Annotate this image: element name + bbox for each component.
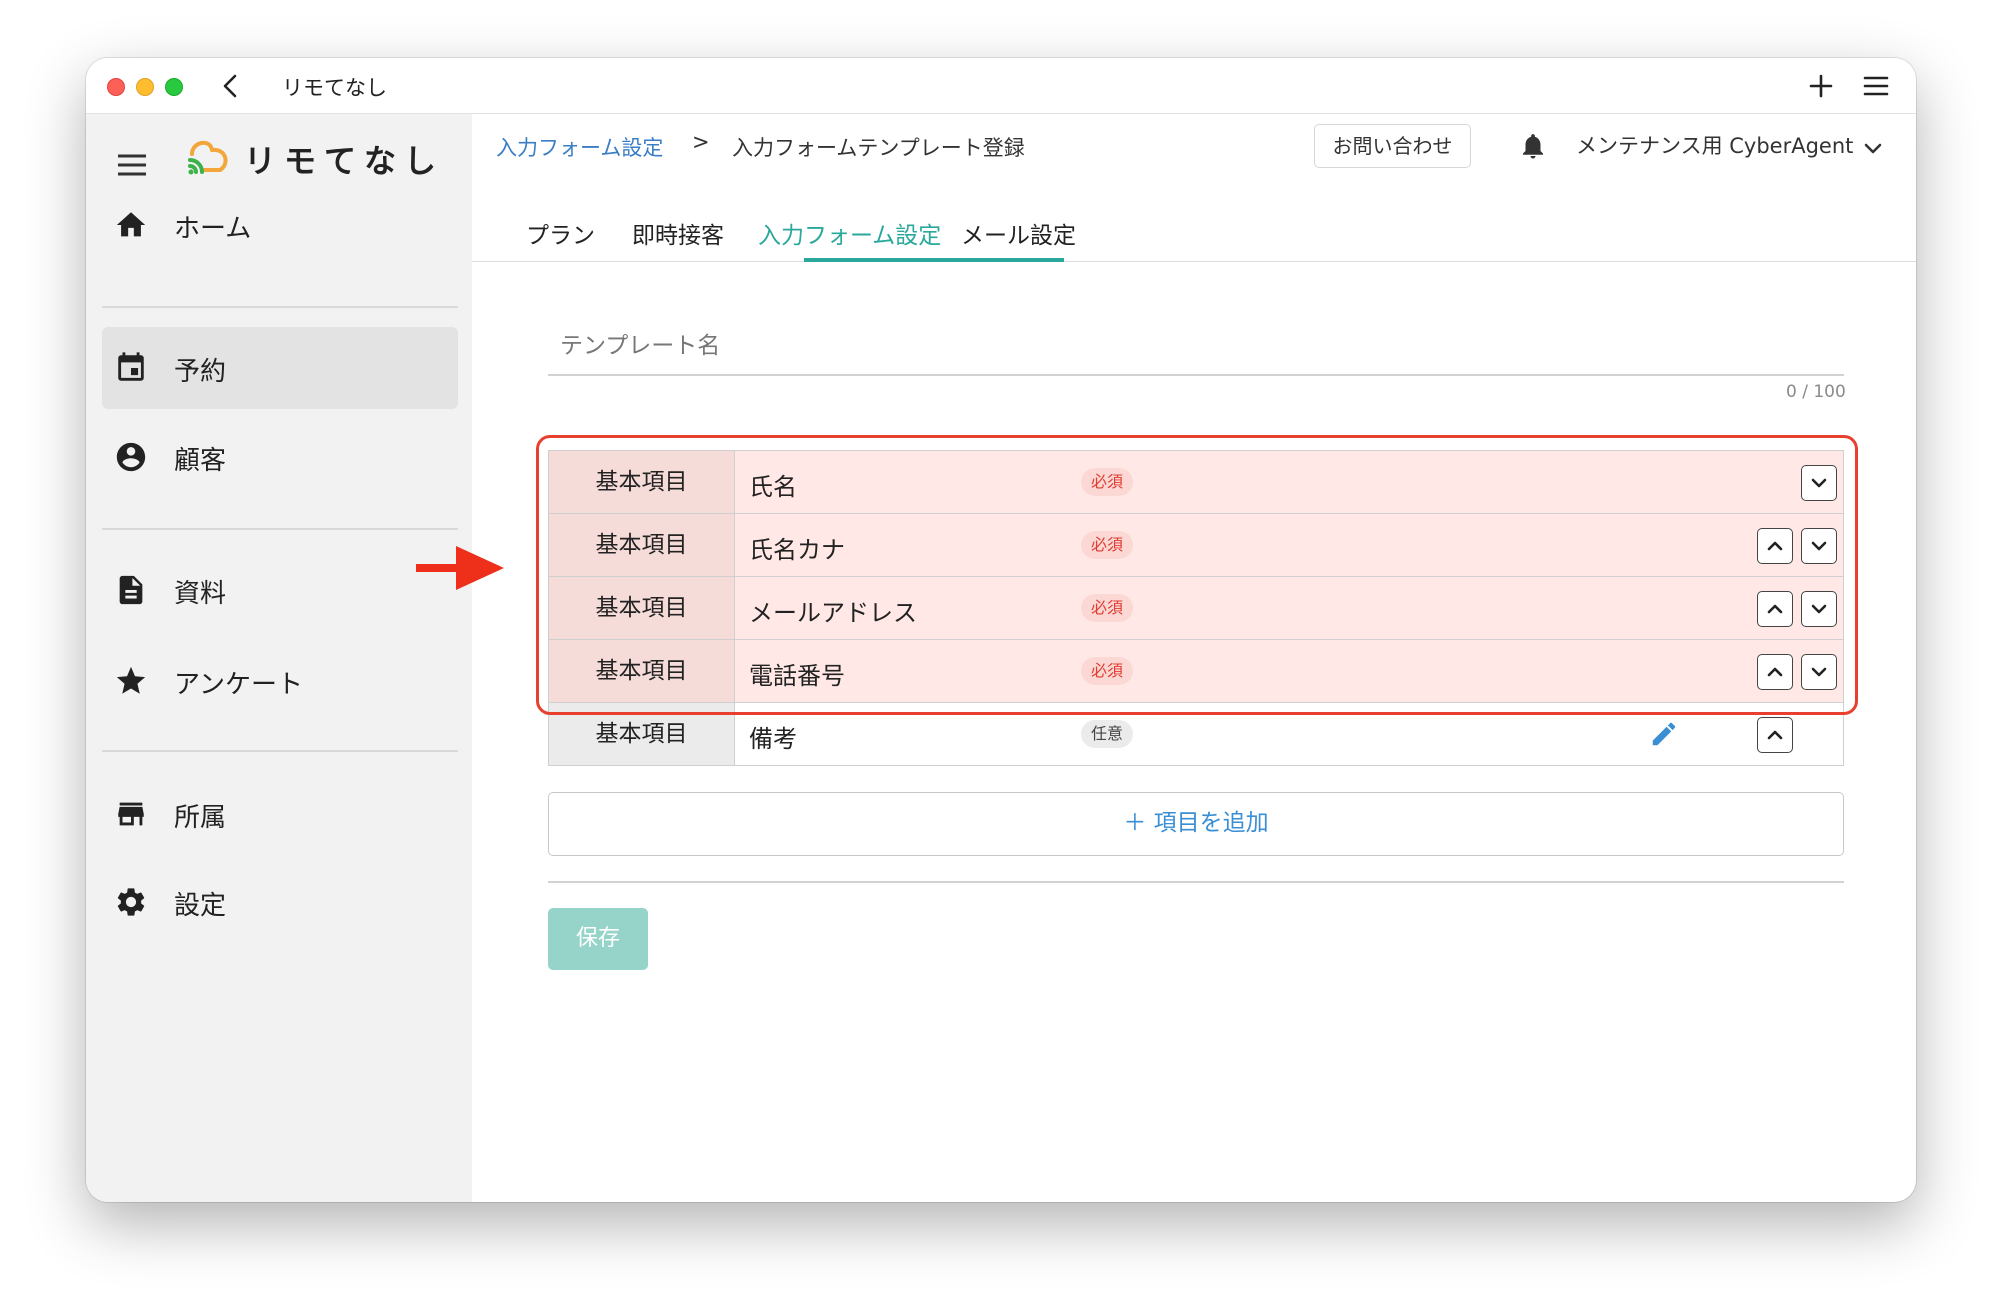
window-title: リモてなし bbox=[282, 76, 387, 100]
sidebar-item-home[interactable]: ホーム bbox=[102, 184, 458, 266]
sidebar-item-customers[interactable]: 顧客 bbox=[102, 416, 458, 498]
character-counter: 0 / 100 bbox=[1786, 382, 1846, 402]
sidebar-item-affiliation[interactable]: 所属 bbox=[102, 773, 458, 855]
maximize-window-button[interactable] bbox=[165, 78, 183, 96]
title-bar: リモてなし bbox=[86, 58, 1916, 114]
template-name-underline bbox=[548, 374, 1844, 376]
save-button[interactable]: 保存 bbox=[548, 908, 648, 970]
sidebar-item-label: アンケート bbox=[174, 670, 303, 700]
minimize-window-button[interactable] bbox=[136, 78, 154, 96]
breadcrumb-parent-link[interactable]: 入力フォーム設定 bbox=[496, 132, 663, 162]
sidebar-item-label: ホーム bbox=[174, 214, 252, 244]
pencil-icon[interactable] bbox=[1649, 719, 1679, 749]
tab-plan[interactable]: プラン bbox=[526, 216, 595, 250]
brand-logo-icon bbox=[188, 140, 228, 175]
sidebar-divider bbox=[102, 750, 458, 752]
sidebar-item-survey[interactable]: アンケート bbox=[102, 640, 458, 722]
optional-badge: 任意 bbox=[1081, 720, 1134, 748]
sidebar-item-label: 設定 bbox=[174, 891, 227, 921]
bell-icon[interactable] bbox=[1518, 130, 1548, 162]
field-name: 備考 bbox=[749, 725, 797, 753]
breadcrumb-current: 入力フォームテンプレート登録 bbox=[732, 136, 1025, 160]
sidebar-item-label: 顧客 bbox=[174, 446, 227, 476]
brand-name: リモてなし bbox=[244, 142, 445, 180]
calendar-icon bbox=[118, 352, 144, 381]
chevron-down-icon[interactable] bbox=[1862, 138, 1884, 160]
sidebar-divider bbox=[102, 528, 458, 530]
chevron-up-icon bbox=[1767, 730, 1783, 740]
gear-icon bbox=[117, 888, 145, 916]
highlight-annotation-box bbox=[536, 435, 1858, 715]
close-window-button[interactable] bbox=[107, 78, 125, 96]
user-name[interactable]: メンテナンス用 CyberAgent bbox=[1576, 130, 1853, 160]
sidebar-item-reservation[interactable]: 予約 bbox=[102, 327, 458, 409]
sidebar-item-documents[interactable]: 資料 bbox=[102, 549, 458, 631]
active-tab-indicator bbox=[804, 258, 1064, 262]
contact-button[interactable]: お問い合わせ bbox=[1314, 124, 1471, 168]
template-name-input[interactable] bbox=[548, 316, 1844, 358]
sidebar-item-label: 予約 bbox=[174, 357, 227, 387]
app-window: リモてなし リモてなし ホーム 予約 顧客 資料 アンケート 所属 設定 入力フ… bbox=[86, 58, 1916, 1202]
document-icon bbox=[119, 575, 143, 605]
star-icon bbox=[116, 666, 146, 694]
account-circle-icon bbox=[116, 442, 146, 472]
plus-icon[interactable] bbox=[1806, 71, 1836, 101]
tab-instant-service[interactable]: 即時接客 bbox=[632, 216, 724, 250]
tab-mail[interactable]: メール設定 bbox=[961, 216, 1076, 250]
breadcrumb-separator: > bbox=[692, 130, 710, 154]
annotation-arrow-icon bbox=[416, 546, 504, 590]
hamburger-menu-icon[interactable] bbox=[116, 152, 148, 178]
add-field-button[interactable]: ＋ 項目を追加 bbox=[548, 792, 1844, 856]
sidebar-item-settings[interactable]: 設定 bbox=[102, 861, 458, 943]
tab-bar: プラン 即時接客 入力フォーム設定 メール設定 bbox=[472, 208, 1916, 262]
store-icon bbox=[118, 802, 144, 826]
sidebar-divider bbox=[102, 306, 458, 308]
sidebar-item-label: 資料 bbox=[174, 579, 227, 609]
back-arrow-icon[interactable] bbox=[216, 71, 246, 101]
divider bbox=[548, 881, 1844, 883]
move-up-button[interactable] bbox=[1757, 717, 1793, 753]
tab-input-form[interactable]: 入力フォーム設定 bbox=[758, 216, 941, 250]
sidebar: リモてなし ホーム 予約 顧客 資料 アンケート 所属 設定 bbox=[86, 114, 472, 1202]
menu-icon[interactable] bbox=[1862, 73, 1890, 99]
sidebar-item-label: 所属 bbox=[174, 803, 227, 833]
home-icon bbox=[116, 212, 146, 237]
